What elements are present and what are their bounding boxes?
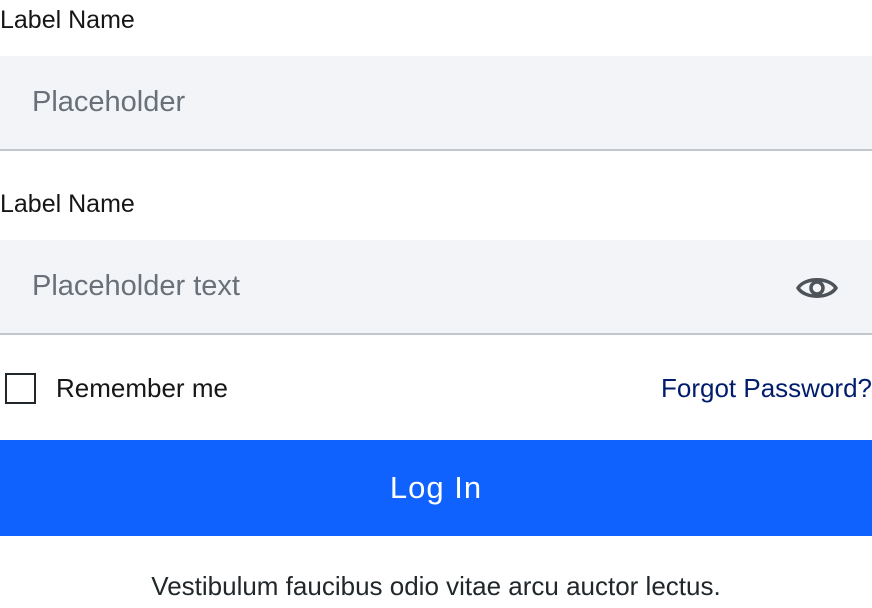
field-label-1: Label Name [0,6,135,34]
field-label-2: Label Name [0,190,135,218]
footer-text: Vestibulum faucibus odio vitae arcu auct… [151,571,721,601]
login-button[interactable]: Log In [0,440,872,536]
eye-icon[interactable] [796,274,838,302]
remember-me-checkbox[interactable] [5,373,36,404]
text-field-1 [0,56,872,151]
forgot-password-link[interactable]: Forgot Password? [661,372,872,404]
password-field [0,240,872,335]
remember-me-label: Remember me [56,373,228,403]
text-input-1[interactable] [0,56,872,149]
password-input[interactable] [0,240,872,333]
